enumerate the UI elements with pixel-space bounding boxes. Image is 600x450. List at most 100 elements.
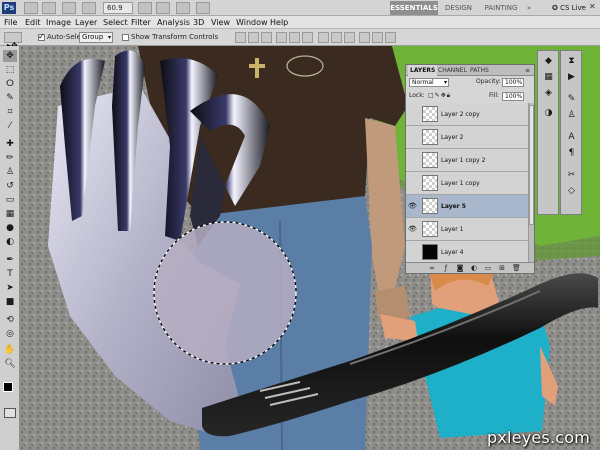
workspace-painting[interactable]: PAINTING xyxy=(481,1,521,15)
distribute-right-icon[interactable] xyxy=(385,32,396,43)
layer-row[interactable]: Layer 1 copy 2 xyxy=(406,149,528,172)
zoom-field[interactable]: 60.9 xyxy=(103,2,133,14)
3d-orbit-tool-icon[interactable]: ◎ xyxy=(3,328,17,340)
align-center-icon[interactable] xyxy=(289,32,300,43)
menu-3d[interactable]: 3D xyxy=(193,16,204,29)
fill-field[interactable]: 100% xyxy=(502,92,524,101)
actions-panel-icon[interactable]: ▶ xyxy=(565,71,578,83)
foreground-color-swatch[interactable] xyxy=(3,382,13,392)
folder-icon[interactable]: ▭ xyxy=(484,264,492,272)
menu-help[interactable]: Help xyxy=(270,16,288,29)
new-layer-icon[interactable]: ⊞ xyxy=(498,264,506,272)
tab-channel[interactable]: CHANNEL xyxy=(438,65,467,76)
layer-row[interactable]: Layer 2 xyxy=(406,126,528,149)
lock-icons[interactable]: □✎✥🔒︎ xyxy=(428,91,451,101)
menu-select[interactable]: Select xyxy=(103,16,128,29)
arrange-documents-icon[interactable] xyxy=(176,2,190,14)
workspace-design[interactable]: DESIGN xyxy=(441,1,476,15)
eyedropper-tool-icon[interactable]: ⁄ xyxy=(3,120,17,132)
clone-source-panel-icon[interactable]: ♙ xyxy=(565,109,578,121)
close-icon[interactable]: ✕ xyxy=(589,3,597,11)
tab-paths[interactable]: PATHS xyxy=(470,65,489,76)
crop-tool-icon[interactable]: ⌗ xyxy=(3,106,17,118)
distribute-center-icon[interactable] xyxy=(372,32,383,43)
distribute-top-icon[interactable] xyxy=(318,32,329,43)
layer-row[interactable]: Layer 1 copy xyxy=(406,172,528,195)
align-left-icon[interactable] xyxy=(276,32,287,43)
visibility-toggle[interactable] xyxy=(408,156,417,165)
history-brush-tool-icon[interactable]: ↺ xyxy=(3,180,17,192)
quick-select-tool-icon[interactable]: ✎ xyxy=(3,92,17,104)
adjustments-panel-icon[interactable]: ◑ xyxy=(542,107,555,119)
type-tool-icon[interactable]: T xyxy=(3,268,17,280)
visibility-toggle[interactable] xyxy=(408,110,417,119)
swatches-panel-icon[interactable]: ▦ xyxy=(542,71,555,83)
mask-icon[interactable]: ◙ xyxy=(456,264,464,272)
align-bottom-icon[interactable] xyxy=(261,32,272,43)
align-top-icon[interactable] xyxy=(235,32,246,43)
tab-layers[interactable]: LAYERS xyxy=(408,65,438,76)
align-middle-icon[interactable] xyxy=(248,32,259,43)
layers-scrollbar[interactable] xyxy=(528,103,534,263)
fx-icon[interactable]: ƒ xyxy=(442,264,450,272)
eraser-tool-icon[interactable]: ▭ xyxy=(3,194,17,206)
zoom-level-icon[interactable] xyxy=(82,2,96,14)
color-panel-icon[interactable]: ◆ xyxy=(542,55,555,67)
layer-row[interactable]: 👁︎ Layer 1 xyxy=(406,218,528,241)
screen-mode-icon[interactable] xyxy=(196,2,210,14)
menu-window[interactable]: Window xyxy=(236,16,268,29)
history-panel-icon[interactable]: ⧗ xyxy=(565,55,578,67)
layer-row[interactable]: Layer 4 xyxy=(406,241,528,264)
bridge-icon[interactable] xyxy=(24,2,38,14)
distribute-bottom-icon[interactable] xyxy=(344,32,355,43)
workspace-more-icon[interactable]: » xyxy=(524,1,534,15)
healing-tool-icon[interactable]: ✚ xyxy=(3,138,17,150)
scrollbar-thumb[interactable] xyxy=(529,105,534,225)
menu-edit[interactable]: Edit xyxy=(25,16,41,29)
dodge-tool-icon[interactable]: ◐ xyxy=(3,236,17,248)
styles-panel-icon[interactable]: ◈ xyxy=(542,87,555,99)
distribute-middle-icon[interactable] xyxy=(331,32,342,43)
character-panel-icon[interactable]: A xyxy=(565,131,578,143)
eye-icon[interactable]: 👁︎ xyxy=(408,202,417,211)
adjustment-icon[interactable]: ◐ xyxy=(470,264,478,272)
clone-stamp-tool-icon[interactable]: ♙ xyxy=(3,166,17,178)
brushes-panel-icon[interactable]: ✎ xyxy=(565,93,578,105)
trash-icon[interactable]: 🗑︎ xyxy=(512,264,521,272)
auto-select-dropdown[interactable]: Group ▾ xyxy=(79,32,113,43)
tool-preset-picker[interactable]: ▸✥ xyxy=(4,32,22,50)
path-select-tool-icon[interactable]: ➤ xyxy=(3,282,17,294)
visibility-toggle[interactable] xyxy=(408,133,417,142)
auto-select-checkbox[interactable] xyxy=(38,32,45,41)
pen-tool-icon[interactable]: ✒ xyxy=(3,254,17,266)
menu-file[interactable]: File xyxy=(4,16,17,29)
menu-image[interactable]: Image xyxy=(46,16,71,29)
3d-rotate-tool-icon[interactable]: ⟲ xyxy=(3,314,17,326)
layer-row-selected[interactable]: 👁︎ Layer 5 xyxy=(406,195,528,218)
rotate-view-icon[interactable] xyxy=(156,2,170,14)
menu-analysis[interactable]: Analysis xyxy=(157,16,190,29)
hand-tool-icon[interactable]: ✋ xyxy=(3,344,17,356)
show-transform-checkbox[interactable] xyxy=(122,34,129,41)
hand-tool-icon[interactable] xyxy=(138,2,152,14)
menu-layer[interactable]: Layer xyxy=(75,16,97,29)
opacity-field[interactable]: 100% xyxy=(502,78,524,87)
workspace-essentials[interactable]: ESSENTIALS xyxy=(390,1,438,15)
move-tool-icon[interactable]: ✥ xyxy=(3,50,17,62)
brush-tool-icon[interactable]: ✏ xyxy=(3,152,17,164)
gradient-tool-icon[interactable]: ▦ xyxy=(3,208,17,220)
panel-menu-icon[interactable]: ≡ xyxy=(525,65,530,76)
mini-bridge-icon[interactable] xyxy=(42,2,56,14)
layer-row[interactable]: Layer 2 copy xyxy=(406,103,528,126)
link-icon[interactable]: ∞ xyxy=(428,264,436,272)
quick-mask-icon[interactable] xyxy=(4,408,16,418)
blend-mode-select[interactable]: Normal ▾ xyxy=(409,78,449,87)
blur-tool-icon[interactable]: ● xyxy=(3,222,17,234)
minimize-icon[interactable]: – xyxy=(580,3,588,11)
tool-presets-panel-icon[interactable]: ✂ xyxy=(565,169,578,181)
align-right-icon[interactable] xyxy=(302,32,313,43)
distribute-left-icon[interactable] xyxy=(359,32,370,43)
shape-tool-icon[interactable]: ■ xyxy=(3,296,17,308)
paragraph-panel-icon[interactable]: ¶ xyxy=(565,147,578,159)
lasso-tool-icon[interactable]: ⵔ xyxy=(3,78,17,90)
